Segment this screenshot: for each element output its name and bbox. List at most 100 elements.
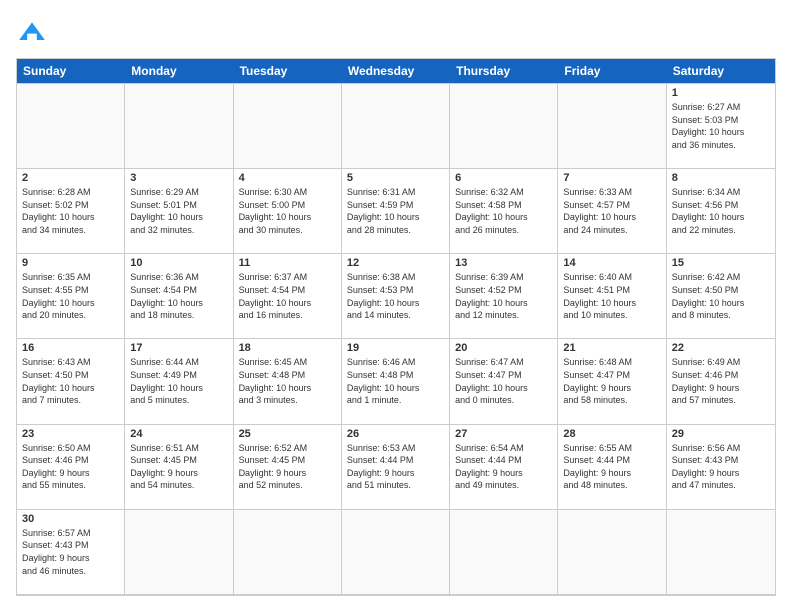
day-info: Sunrise: 6:29 AM Sunset: 5:01 PM Dayligh… (130, 186, 227, 236)
calendar-empty-cell (558, 510, 666, 595)
day-info: Sunrise: 6:45 AM Sunset: 4:48 PM Dayligh… (239, 356, 336, 406)
calendar-day-8: 8 Sunrise: 6:34 AM Sunset: 4:56 PM Daylig… (667, 169, 775, 254)
day-headers: SundayMondayTuesdayWednesdayThursdayFrid… (17, 59, 775, 83)
day-number: 7 (563, 172, 660, 184)
calendar-empty-cell (667, 510, 775, 595)
day-number: 10 (130, 257, 227, 269)
calendar-day-23: 23 Sunrise: 6:50 AM Sunset: 4:46 PM Dayli… (17, 425, 125, 510)
calendar-day-18: 18 Sunrise: 6:45 AM Sunset: 4:48 PM Dayli… (234, 339, 342, 424)
calendar-day-22: 22 Sunrise: 6:49 AM Sunset: 4:46 PM Dayli… (667, 339, 775, 424)
day-info: Sunrise: 6:42 AM Sunset: 4:50 PM Dayligh… (672, 271, 770, 321)
calendar-day-17: 17Sunrise: 6:44 AM Sunset: 4:49 PM Dayli… (125, 339, 233, 424)
day-number: 15 (672, 257, 770, 269)
day-info: Sunrise: 6:32 AM Sunset: 4:58 PM Dayligh… (455, 186, 552, 236)
day-number: 12 (347, 257, 444, 269)
day-number: 30 (22, 513, 119, 525)
logo-icon (16, 16, 48, 48)
day-info: Sunrise: 6:40 AM Sunset: 4:51 PM Dayligh… (563, 271, 660, 321)
day-number: 2 (22, 172, 119, 184)
day-info: Sunrise: 6:52 AM Sunset: 4:45 PM Dayligh… (239, 442, 336, 492)
calendar-day-19: 19Sunrise: 6:46 AM Sunset: 4:48 PM Dayli… (342, 339, 450, 424)
calendar-empty-cell (450, 510, 558, 595)
calendar-empty-cell (450, 84, 558, 169)
calendar-day-2: 2 Sunrise: 6:28 AM Sunset: 5:02 PM Daylig… (17, 169, 125, 254)
day-number: 14 (563, 257, 660, 269)
calendar-day-28: 28 Sunrise: 6:55 AM Sunset: 4:44 PM Dayli… (558, 425, 666, 510)
day-header-thursday: Thursday (450, 59, 558, 83)
day-header-saturday: Saturday (667, 59, 775, 83)
calendar-day-1: 1Sunrise: 6:27 AM Sunset: 5:03 PM Daylig… (667, 84, 775, 169)
calendar-day-14: 14 Sunrise: 6:40 AM Sunset: 4:51 PM Dayli… (558, 254, 666, 339)
day-info: Sunrise: 6:43 AM Sunset: 4:50 PM Dayligh… (22, 356, 119, 406)
day-info: Sunrise: 6:39 AM Sunset: 4:52 PM Dayligh… (455, 271, 552, 321)
calendar-empty-cell (234, 84, 342, 169)
calendar-day-5: 5Sunrise: 6:31 AM Sunset: 4:59 PM Daylig… (342, 169, 450, 254)
day-number: 27 (455, 428, 552, 440)
day-info: Sunrise: 6:34 AM Sunset: 4:56 PM Dayligh… (672, 186, 770, 236)
calendar-day-9: 9 Sunrise: 6:35 AM Sunset: 4:55 PM Daylig… (17, 254, 125, 339)
day-info: Sunrise: 6:35 AM Sunset: 4:55 PM Dayligh… (22, 271, 119, 321)
calendar-empty-cell (342, 510, 450, 595)
calendar-day-30: 30 Sunrise: 6:57 AM Sunset: 4:43 PM Dayli… (17, 510, 125, 595)
day-info: Sunrise: 6:55 AM Sunset: 4:44 PM Dayligh… (563, 442, 660, 492)
calendar-day-10: 10 Sunrise: 6:36 AM Sunset: 4:54 PM Dayli… (125, 254, 233, 339)
day-header-friday: Friday (558, 59, 666, 83)
calendar-day-27: 27Sunrise: 6:54 AM Sunset: 4:44 PM Dayli… (450, 425, 558, 510)
day-info: Sunrise: 6:53 AM Sunset: 4:44 PM Dayligh… (347, 442, 444, 492)
day-number: 18 (239, 342, 336, 354)
calendar-day-21: 21 Sunrise: 6:48 AM Sunset: 4:47 PM Dayli… (558, 339, 666, 424)
day-number: 17 (130, 342, 227, 354)
day-number: 28 (563, 428, 660, 440)
calendar-empty-cell (125, 84, 233, 169)
day-number: 23 (22, 428, 119, 440)
day-number: 1 (672, 87, 770, 99)
calendar-day-29: 29Sunrise: 6:56 AM Sunset: 4:43 PM Dayli… (667, 425, 775, 510)
day-number: 26 (347, 428, 444, 440)
day-header-wednesday: Wednesday (342, 59, 450, 83)
day-info: Sunrise: 6:48 AM Sunset: 4:47 PM Dayligh… (563, 356, 660, 406)
calendar-empty-cell (342, 84, 450, 169)
calendar-day-6: 6 Sunrise: 6:32 AM Sunset: 4:58 PM Daylig… (450, 169, 558, 254)
day-info: Sunrise: 6:57 AM Sunset: 4:43 PM Dayligh… (22, 527, 119, 577)
calendar-empty-cell (125, 510, 233, 595)
logo (16, 16, 52, 48)
day-number: 8 (672, 172, 770, 184)
day-info: Sunrise: 6:49 AM Sunset: 4:46 PM Dayligh… (672, 356, 770, 406)
day-number: 9 (22, 257, 119, 269)
day-number: 24 (130, 428, 227, 440)
calendar-empty-cell (234, 510, 342, 595)
day-number: 16 (22, 342, 119, 354)
day-number: 22 (672, 342, 770, 354)
calendar-day-26: 26 Sunrise: 6:53 AM Sunset: 4:44 PM Dayli… (342, 425, 450, 510)
calendar-day-13: 13 Sunrise: 6:39 AM Sunset: 4:52 PM Dayli… (450, 254, 558, 339)
day-number: 6 (455, 172, 552, 184)
day-info: Sunrise: 6:30 AM Sunset: 5:00 PM Dayligh… (239, 186, 336, 236)
day-number: 20 (455, 342, 552, 354)
day-info: Sunrise: 6:51 AM Sunset: 4:45 PM Dayligh… (130, 442, 227, 492)
day-info: Sunrise: 6:36 AM Sunset: 4:54 PM Dayligh… (130, 271, 227, 321)
calendar-day-25: 25 Sunrise: 6:52 AM Sunset: 4:45 PM Dayli… (234, 425, 342, 510)
day-number: 25 (239, 428, 336, 440)
day-number: 3 (130, 172, 227, 184)
calendar-day-3: 3 Sunrise: 6:29 AM Sunset: 5:01 PM Daylig… (125, 169, 233, 254)
day-number: 13 (455, 257, 552, 269)
day-info: Sunrise: 6:50 AM Sunset: 4:46 PM Dayligh… (22, 442, 119, 492)
day-number: 29 (672, 428, 770, 440)
calendar: SundayMondayTuesdayWednesdayThursdayFrid… (16, 58, 776, 596)
day-header-tuesday: Tuesday (234, 59, 342, 83)
day-number: 11 (239, 257, 336, 269)
day-number: 4 (239, 172, 336, 184)
day-info: Sunrise: 6:28 AM Sunset: 5:02 PM Dayligh… (22, 186, 119, 236)
day-info: Sunrise: 6:33 AM Sunset: 4:57 PM Dayligh… (563, 186, 660, 236)
calendar-day-7: 7 Sunrise: 6:33 AM Sunset: 4:57 PM Daylig… (558, 169, 666, 254)
day-info: Sunrise: 6:38 AM Sunset: 4:53 PM Dayligh… (347, 271, 444, 321)
header (16, 16, 776, 48)
day-header-sunday: Sunday (17, 59, 125, 83)
day-number: 21 (563, 342, 660, 354)
calendar-day-12: 12 Sunrise: 6:38 AM Sunset: 4:53 PM Dayli… (342, 254, 450, 339)
day-info: Sunrise: 6:47 AM Sunset: 4:47 PM Dayligh… (455, 356, 552, 406)
day-info: Sunrise: 6:37 AM Sunset: 4:54 PM Dayligh… (239, 271, 336, 321)
calendar-day-15: 15 Sunrise: 6:42 AM Sunset: 4:50 PM Dayli… (667, 254, 775, 339)
calendar-day-20: 20 Sunrise: 6:47 AM Sunset: 4:47 PM Dayli… (450, 339, 558, 424)
calendar-day-24: 24 Sunrise: 6:51 AM Sunset: 4:45 PM Dayli… (125, 425, 233, 510)
